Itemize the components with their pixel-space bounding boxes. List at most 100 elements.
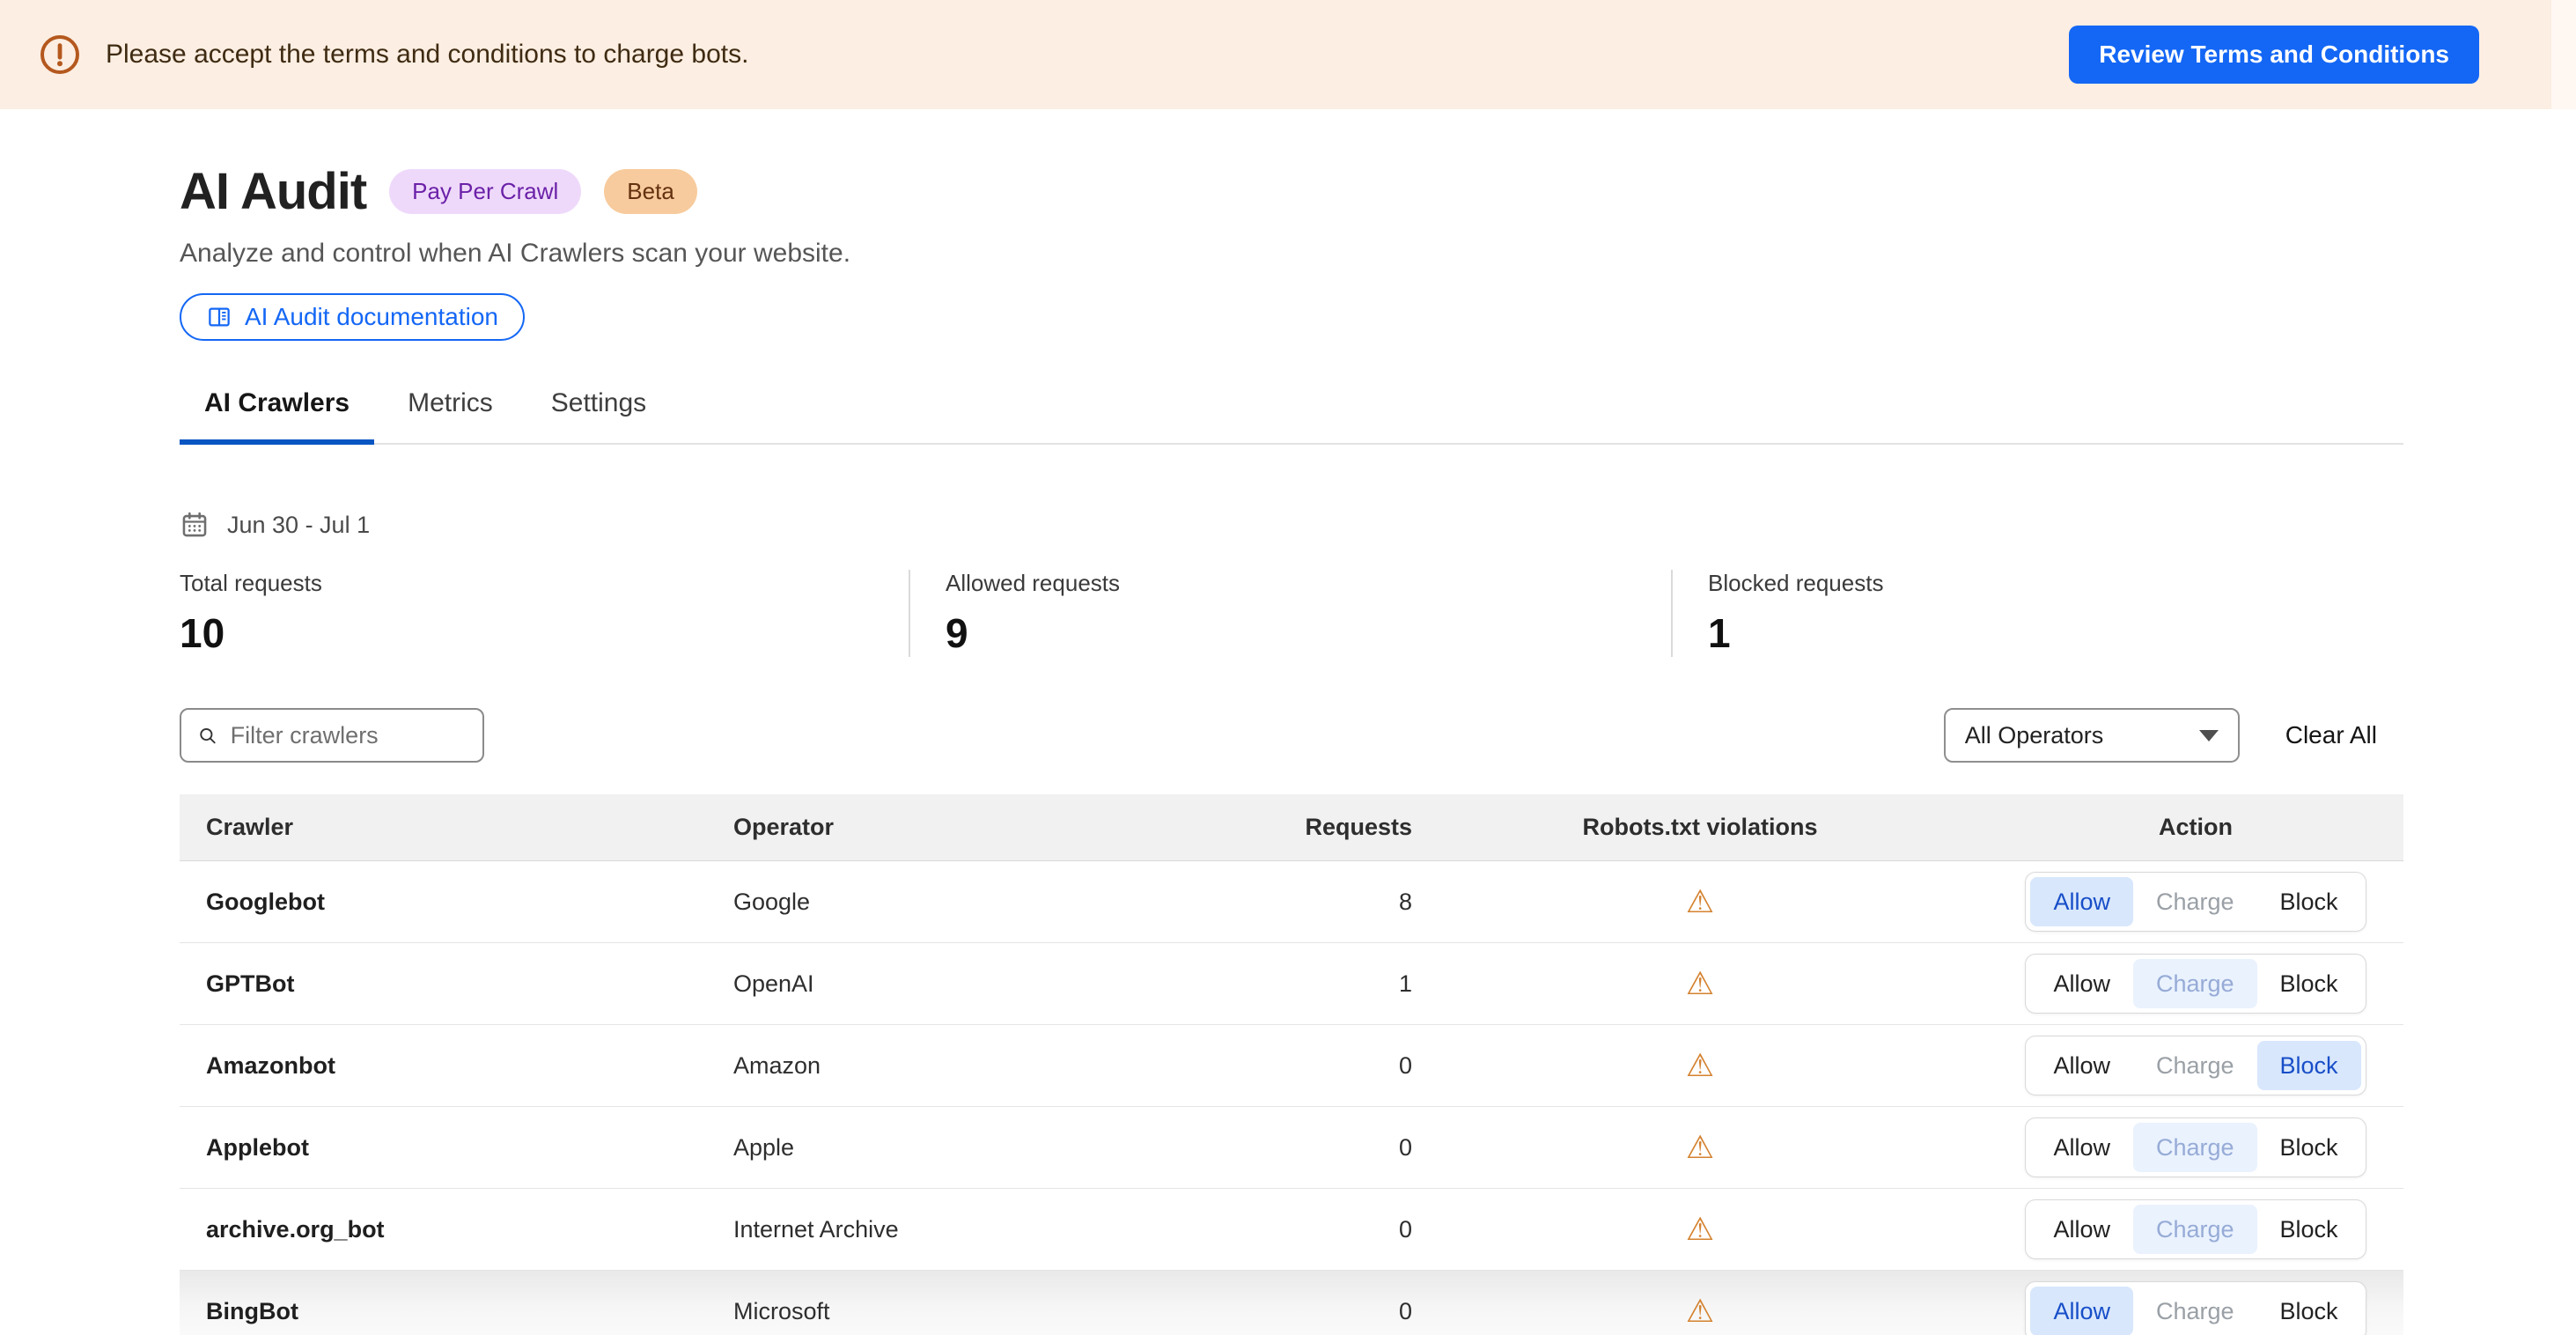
chevron-down-icon — [2199, 730, 2219, 741]
stat-allowed-requests: Allowed requests 9 — [909, 570, 1671, 657]
crawler-requests: 0 — [1148, 1298, 1412, 1325]
stat-value: 10 — [180, 609, 873, 657]
filter-bar: All Operators Clear All — [180, 708, 2403, 763]
robots-violation-warning-icon[interactable]: ⚠ — [1686, 965, 1714, 1001]
stats-row: Total requests 10 Allowed requests 9 Blo… — [180, 570, 2403, 657]
robots-violation-warning-icon[interactable]: ⚠ — [1686, 1293, 1714, 1329]
crawler-search-box[interactable] — [180, 708, 484, 763]
col-header-action: Action — [1988, 814, 2403, 841]
crawler-requests: 0 — [1148, 1052, 1412, 1080]
crawler-name: Applebot — [180, 1134, 733, 1162]
crawler-name: Googlebot — [180, 889, 733, 916]
tab-settings[interactable]: Settings — [526, 388, 671, 445]
allow-button[interactable]: Allow — [2030, 959, 2133, 1008]
warning-circle-icon — [39, 33, 81, 76]
col-header-requests: Requests — [1148, 814, 1412, 841]
page-header: AI Audit Pay Per Crawl Beta — [180, 162, 2403, 221]
crawler-requests: 8 — [1148, 889, 1412, 916]
tab-metrics[interactable]: Metrics — [383, 388, 518, 445]
pay-per-crawl-badge: Pay Per Crawl — [389, 169, 581, 214]
crawler-operator: OpenAI — [733, 970, 1148, 998]
calendar-icon — [180, 510, 210, 540]
crawler-requests: 0 — [1148, 1216, 1412, 1243]
table-header-row: Crawler Operator Requests Robots.txt vio… — [180, 794, 2403, 861]
search-icon — [197, 724, 218, 748]
action-segmented-control: Allow Charge Block — [2025, 1036, 2366, 1095]
block-button[interactable]: Block — [2257, 1287, 2361, 1335]
main-content: AI Audit Pay Per Crawl Beta Analyze and … — [0, 109, 2576, 1335]
crawler-operator: Microsoft — [733, 1298, 1148, 1325]
operator-filter-value: All Operators — [1965, 722, 2104, 749]
charge-button[interactable]: Charge — [2133, 1041, 2257, 1090]
page-subtitle: Analyze and control when AI Crawlers sca… — [180, 239, 2403, 269]
date-range-label[interactable]: Jun 30 - Jul 1 — [227, 512, 370, 539]
stat-blocked-requests: Blocked requests 1 — [1671, 570, 1918, 657]
block-button[interactable]: Block — [2257, 877, 2361, 926]
robots-violation-warning-icon[interactable]: ⚠ — [1686, 883, 1714, 919]
action-segmented-control: Allow Charge Block — [2025, 1281, 2366, 1335]
page-title: AI Audit — [180, 162, 366, 221]
robots-violation-warning-icon[interactable]: ⚠ — [1686, 1129, 1714, 1165]
crawler-name: BingBot — [180, 1298, 733, 1325]
allow-button[interactable]: Allow — [2030, 1287, 2133, 1335]
banner-message: Please accept the terms and conditions t… — [106, 40, 2069, 70]
crawler-operator: Amazon — [733, 1052, 1148, 1080]
stat-label: Allowed requests — [946, 570, 1636, 597]
crawler-requests: 0 — [1148, 1134, 1412, 1162]
charge-button[interactable]: Charge — [2133, 1287, 2257, 1335]
operator-filter-select[interactable]: All Operators — [1944, 708, 2240, 763]
action-segmented-control: Allow Charge Block — [2025, 1117, 2366, 1177]
crawler-operator: Apple — [733, 1134, 1148, 1162]
block-button[interactable]: Block — [2257, 1041, 2361, 1090]
doc-button-label: AI Audit documentation — [245, 303, 498, 331]
terms-warning-banner: Please accept the terms and conditions t… — [0, 0, 2576, 109]
block-button[interactable]: Block — [2257, 1123, 2361, 1172]
charge-button[interactable]: Charge — [2133, 1123, 2257, 1172]
crawler-name: GPTBot — [180, 970, 733, 998]
table-row: Amazonbot Amazon 0 ⚠ Allow Charge Block — [180, 1025, 2403, 1107]
crawler-name: archive.org_bot — [180, 1216, 733, 1243]
allow-button[interactable]: Allow — [2030, 1123, 2133, 1172]
charge-button[interactable]: Charge — [2133, 1205, 2257, 1254]
action-segmented-control: Allow Charge Block — [2025, 872, 2366, 932]
allow-button[interactable]: Allow — [2030, 1205, 2133, 1254]
tab-ai-crawlers[interactable]: AI Crawlers — [180, 388, 374, 445]
right-filters: All Operators Clear All — [1944, 708, 2403, 763]
table-row: archive.org_bot Internet Archive 0 ⚠ All… — [180, 1189, 2403, 1271]
table-row: BingBot Microsoft 0 ⚠ Allow Charge Block — [180, 1271, 2403, 1335]
crawlers-table: Crawler Operator Requests Robots.txt vio… — [180, 794, 2403, 1335]
robots-violation-warning-icon[interactable]: ⚠ — [1686, 1047, 1714, 1083]
action-segmented-control: Allow Charge Block — [2025, 954, 2366, 1014]
col-header-crawler: Crawler — [180, 814, 733, 841]
date-range-row: Jun 30 - Jul 1 — [180, 510, 2403, 540]
crawler-requests: 1 — [1148, 970, 1412, 998]
review-terms-button[interactable]: Review Terms and Conditions — [2069, 26, 2479, 84]
beta-badge: Beta — [604, 169, 697, 214]
robots-violation-warning-icon[interactable]: ⚠ — [1686, 1211, 1714, 1247]
col-header-operator: Operator — [733, 814, 1148, 841]
stat-label: Total requests — [180, 570, 873, 597]
stat-value: 9 — [946, 609, 1636, 657]
block-button[interactable]: Block — [2257, 1205, 2361, 1254]
block-button[interactable]: Block — [2257, 959, 2361, 1008]
stat-value: 1 — [1708, 609, 1883, 657]
ai-audit-documentation-button[interactable]: AI Audit documentation — [180, 293, 525, 341]
clear-all-button[interactable]: Clear All — [2285, 721, 2377, 749]
table-row: Applebot Apple 0 ⚠ Allow Charge Block — [180, 1107, 2403, 1189]
book-icon — [206, 304, 232, 330]
table-row: GPTBot OpenAI 1 ⚠ Allow Charge Block — [180, 943, 2403, 1025]
stat-total-requests: Total requests 10 — [180, 570, 909, 657]
crawler-name: Amazonbot — [180, 1052, 733, 1080]
charge-button[interactable]: Charge — [2133, 877, 2257, 926]
crawler-operator: Google — [733, 889, 1148, 916]
action-segmented-control: Allow Charge Block — [2025, 1199, 2366, 1259]
col-header-violations: Robots.txt violations — [1412, 814, 1988, 841]
allow-button[interactable]: Allow — [2030, 877, 2133, 926]
stat-label: Blocked requests — [1708, 570, 1883, 597]
table-row: Googlebot Google 8 ⚠ Allow Charge Block — [180, 861, 2403, 943]
charge-button[interactable]: Charge — [2133, 959, 2257, 1008]
crawler-operator: Internet Archive — [733, 1216, 1148, 1243]
filter-crawlers-input[interactable] — [231, 722, 467, 749]
scrollbar[interactable] — [2551, 0, 2576, 1335]
allow-button[interactable]: Allow — [2030, 1041, 2133, 1090]
